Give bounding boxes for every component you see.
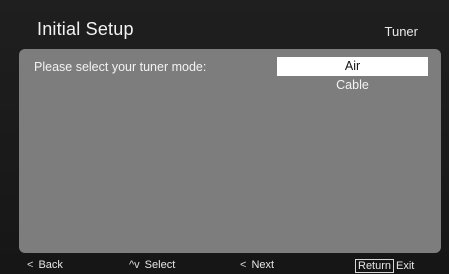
option-cable[interactable]: Cable	[277, 76, 428, 95]
option-air[interactable]: Air	[277, 57, 428, 76]
back-hint[interactable]: < Back	[27, 259, 63, 271]
tv-screen: Initial Setup Tuner Please select your t…	[0, 0, 449, 274]
next-hint[interactable]: < Next	[240, 259, 274, 271]
select-hint[interactable]: ^v Select	[129, 259, 175, 271]
setup-panel: Please select your tuner mode: Air Cable	[19, 49, 441, 253]
next-label: Next	[251, 259, 275, 271]
tuner-mode-prompt: Please select your tuner mode:	[34, 60, 207, 74]
up-down-arrows-icon: ^v	[129, 259, 140, 271]
tuner-mode-options: Air Cable	[277, 57, 428, 95]
select-label: Select	[144, 259, 176, 271]
footer-hints: < Back ^v Select < Next Return Exit	[0, 256, 449, 274]
return-key-icon: Return	[355, 259, 395, 273]
left-arrow-icon: <	[27, 259, 34, 271]
left-arrow-icon: <	[240, 259, 247, 271]
page-title: Initial Setup	[37, 19, 134, 39]
section-label: Tuner	[384, 24, 418, 39]
exit-hint[interactable]: Return Exit	[355, 259, 414, 273]
exit-label: Exit	[396, 260, 415, 272]
back-label: Back	[38, 259, 63, 271]
